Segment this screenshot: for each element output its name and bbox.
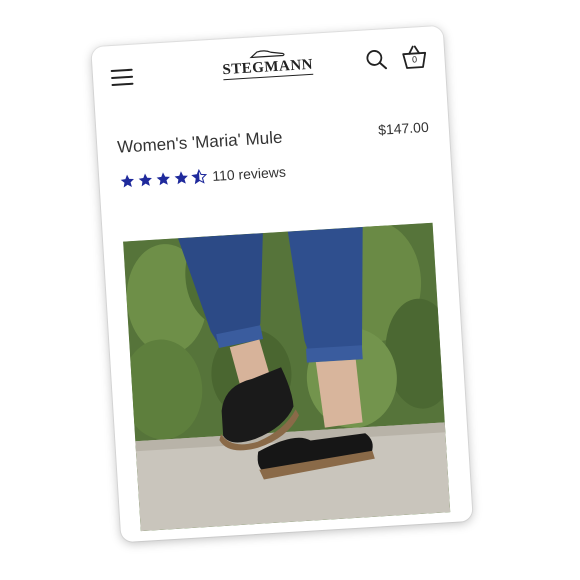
cart-count: 0 (411, 54, 418, 65)
basket-icon[interactable]: 0 (400, 43, 430, 73)
site-header: STEGMANN 0 (91, 26, 446, 111)
menu-icon[interactable] (110, 68, 134, 87)
star-rating (119, 168, 210, 189)
screenshot-stage: STEGMANN 0 Women's 'Maria' Mule $147.00 (0, 0, 580, 580)
rating-row[interactable]: 110 reviews (119, 164, 286, 190)
search-icon[interactable] (364, 47, 389, 72)
star-full-icon (156, 172, 170, 186)
star-full-icon (120, 174, 134, 188)
product-photo[interactable] (123, 222, 451, 532)
product-price: $147.00 (377, 118, 430, 138)
review-count[interactable]: 110 reviews (212, 164, 287, 184)
phone-screen: STEGMANN 0 Women's 'Maria' Mule $147.00 (91, 25, 473, 543)
brand-logo[interactable]: STEGMANN (217, 45, 319, 81)
star-full-icon (138, 173, 152, 187)
star-full-icon (174, 171, 188, 185)
brand-name: STEGMANN (222, 56, 314, 81)
star-half-icon (191, 168, 208, 185)
product-title: Women's 'Maria' Mule (116, 127, 283, 157)
